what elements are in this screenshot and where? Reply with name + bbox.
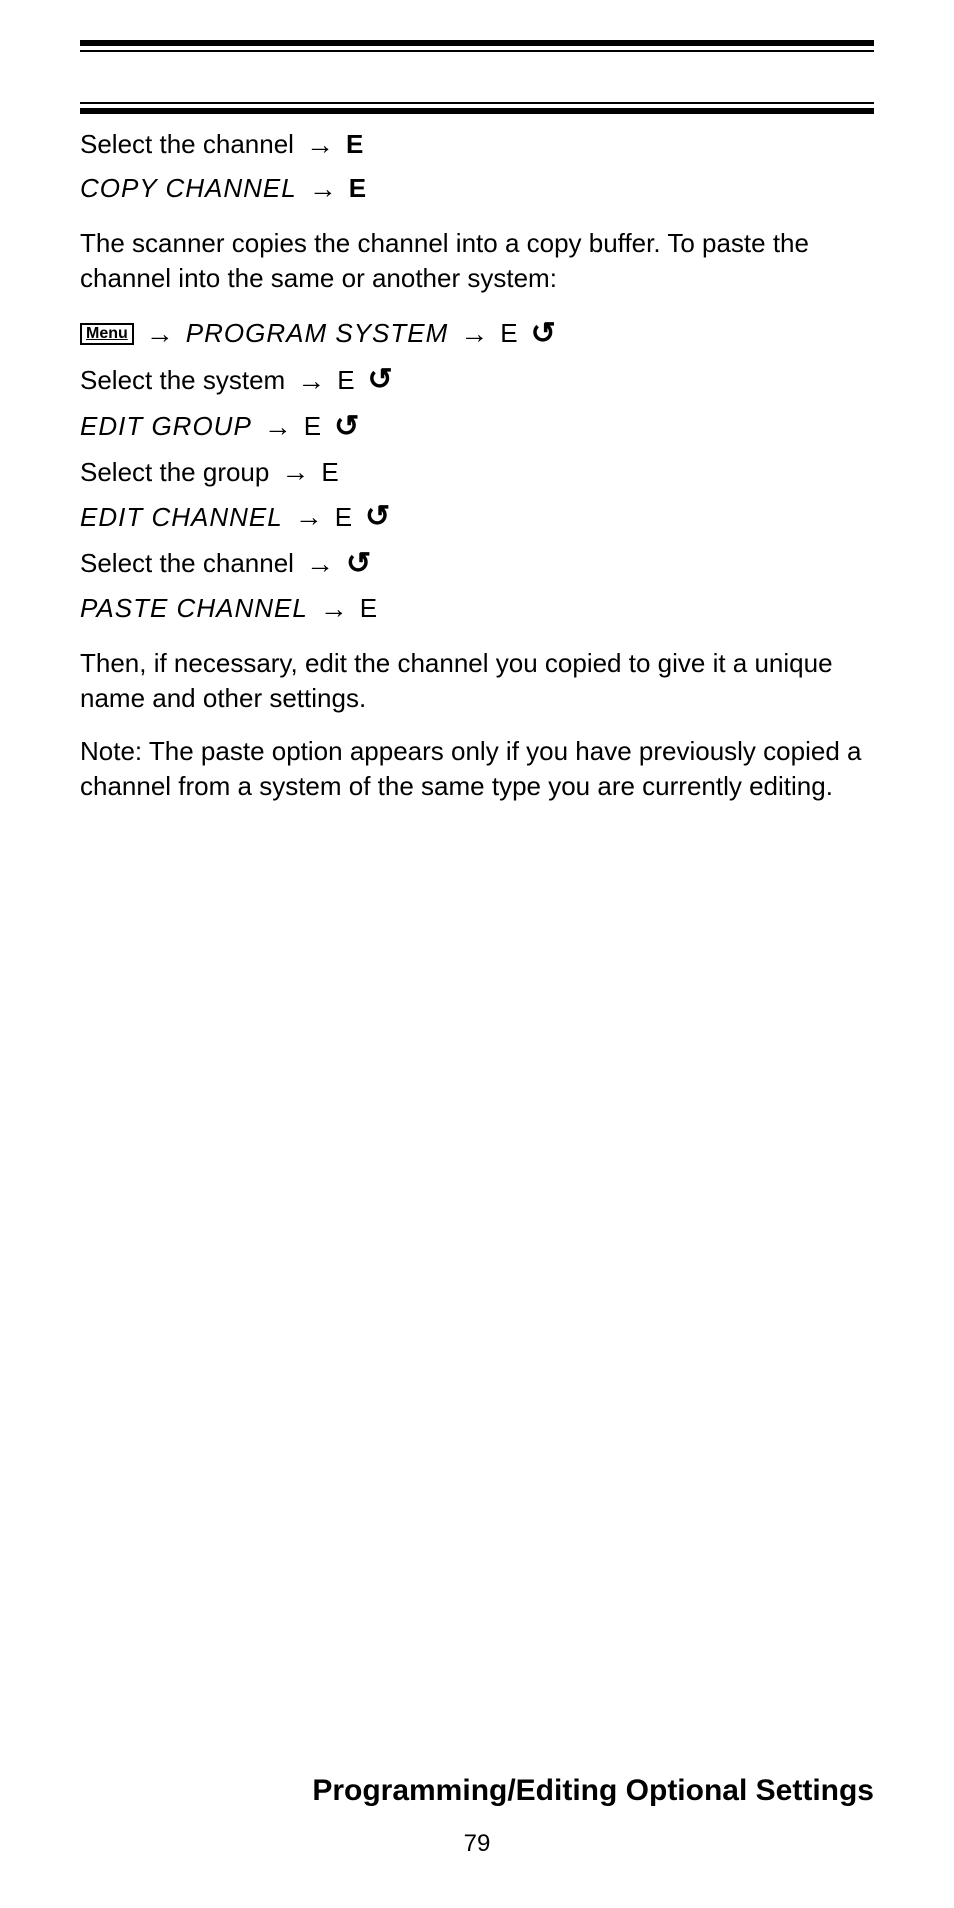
arrow-icon: → [281,453,309,491]
lcd-text: PASTE CHANNEL [80,591,308,626]
lcd-text: PROGRAM SYSTEM [186,316,448,351]
arrow-icon: → [264,408,292,446]
key-e: E [500,316,518,351]
lcd-text: EDIT CHANNEL [80,500,283,535]
page-number: 79 [0,1830,954,1858]
step-text: Select the channel [80,546,294,581]
mid-thin-rule [80,102,874,104]
step-line: Select the system → E ↺ [80,360,874,401]
rotate-icon: ↺ [365,497,390,538]
lcd-text: EDIT GROUP [80,409,252,444]
top-thick-rule [80,40,874,46]
key-e: E [349,171,367,206]
step-line: PASTE CHANNEL → E [80,590,874,628]
step-text: Select the channel [80,127,294,162]
step-line: Select the channel → ↺ [80,544,874,585]
key-e: E [335,500,353,535]
note-paragraph: Note: The paste option appears only if y… [80,734,874,804]
lcd-text: COPY CHANNEL [80,171,297,206]
key-e: E [321,455,339,490]
arrow-icon: → [460,315,488,353]
step-line: EDIT GROUP → E ↺ [80,407,874,448]
rotate-icon: ↺ [531,314,556,355]
arrow-icon: → [306,545,334,583]
step-line: Select the group → E [80,453,874,491]
step-line: Select the channel → E [80,126,874,164]
key-e: E [337,363,355,398]
paragraph: The scanner copies the channel into a co… [80,226,874,296]
arrow-icon: → [306,126,334,164]
arrow-icon: → [309,170,337,208]
step-line: Menu → PROGRAM SYSTEM → E ↺ [80,314,874,355]
step-text: Select the group [80,455,269,490]
key-e: E [360,591,378,626]
section-title: Programming/Editing Optional Settings [312,1774,874,1808]
rotate-icon: ↺ [368,360,393,401]
key-e: E [346,127,364,162]
paragraph: Then, if necessary, edit the channel you… [80,646,874,716]
arrow-icon: → [320,590,348,628]
menu-button-icon: Menu [80,323,134,345]
step-line: EDIT CHANNEL → E ↺ [80,497,874,538]
rotate-icon: ↺ [334,407,359,448]
body-content: Select the channel → E COPY CHANNEL → E … [80,126,874,804]
arrow-icon: → [146,315,174,353]
arrow-icon: → [297,362,325,400]
arrow-icon: → [295,498,323,536]
rotate-icon: ↺ [346,544,371,585]
key-e: E [304,409,322,444]
step-text: Select the system [80,363,285,398]
step-line: COPY CHANNEL → E [80,170,874,208]
mid-thick-rule [80,108,874,114]
